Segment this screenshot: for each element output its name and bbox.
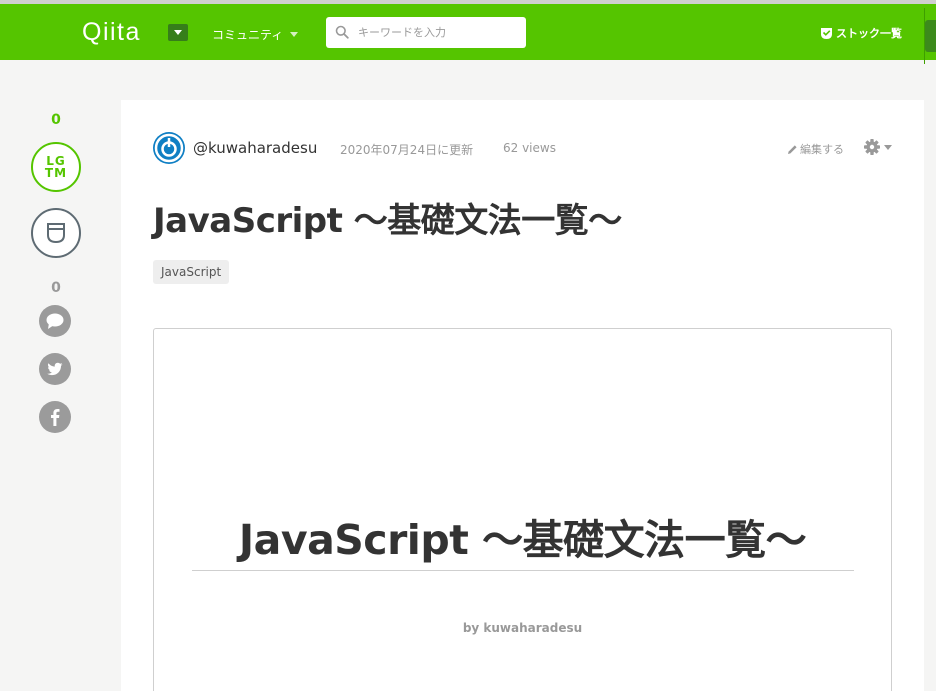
twitter-share-button[interactable] [39, 353, 71, 385]
article-title: JavaScript 〜基礎文法一覧〜 [153, 201, 622, 241]
pencil-icon [788, 144, 797, 154]
service-switcher-dropdown[interactable] [168, 24, 188, 41]
author-avatar[interactable] [153, 132, 185, 164]
post-button-edge[interactable] [924, 8, 936, 64]
view-count: 62 views [503, 141, 556, 155]
search-input[interactable] [358, 17, 518, 48]
comment-icon [46, 313, 64, 329]
slide-title: JavaScript 〜基礎文法一覧〜 [238, 516, 807, 564]
gear-icon [864, 139, 880, 155]
post-button[interactable] [925, 20, 936, 52]
lgtm-label-line2: TM [44, 166, 68, 180]
tag-javascript[interactable]: JavaScript [153, 260, 230, 284]
stock-list-label: ストック一覧 [836, 27, 902, 40]
facebook-share-button[interactable] [39, 401, 71, 433]
stock-button[interactable] [31, 208, 81, 258]
lgtm-count: 0 [51, 112, 61, 128]
edit-label: 編集する [800, 143, 844, 156]
facebook-icon [51, 409, 60, 426]
caret-down-icon [884, 145, 892, 150]
edit-link[interactable]: 編集する [787, 141, 844, 157]
slide-viewer[interactable]: JavaScript 〜基礎文法一覧〜 by kuwaharadesu [153, 328, 892, 691]
global-header: Qiita コミュニティ ストック一覧 [0, 4, 936, 64]
stock-check-icon [821, 27, 832, 39]
search-box[interactable] [326, 17, 526, 48]
caret-down-icon [290, 32, 298, 37]
lgtm-button[interactable]: LG TM [31, 142, 81, 192]
community-menu[interactable]: コミュニティ [212, 26, 283, 43]
article-sidebar: 0 LG TM 0 [0, 60, 112, 691]
article-settings-dropdown[interactable] [863, 138, 895, 158]
comment-button[interactable] [39, 305, 71, 337]
qiita-logo[interactable]: Qiita [82, 18, 141, 47]
updated-date: 2020年07月24日に更新 [340, 143, 474, 157]
slide-divider [192, 570, 854, 571]
twitter-icon [47, 362, 63, 376]
stock-icon [47, 223, 65, 244]
author-name[interactable]: @kuwaharadesu [193, 139, 317, 157]
slide-byline: by kuwaharadesu [462, 621, 583, 635]
search-icon [335, 25, 349, 39]
user-avatar-icon [154, 133, 184, 163]
stock-list-link[interactable]: ストック一覧 [820, 25, 902, 41]
comment-count: 0 [51, 280, 61, 296]
